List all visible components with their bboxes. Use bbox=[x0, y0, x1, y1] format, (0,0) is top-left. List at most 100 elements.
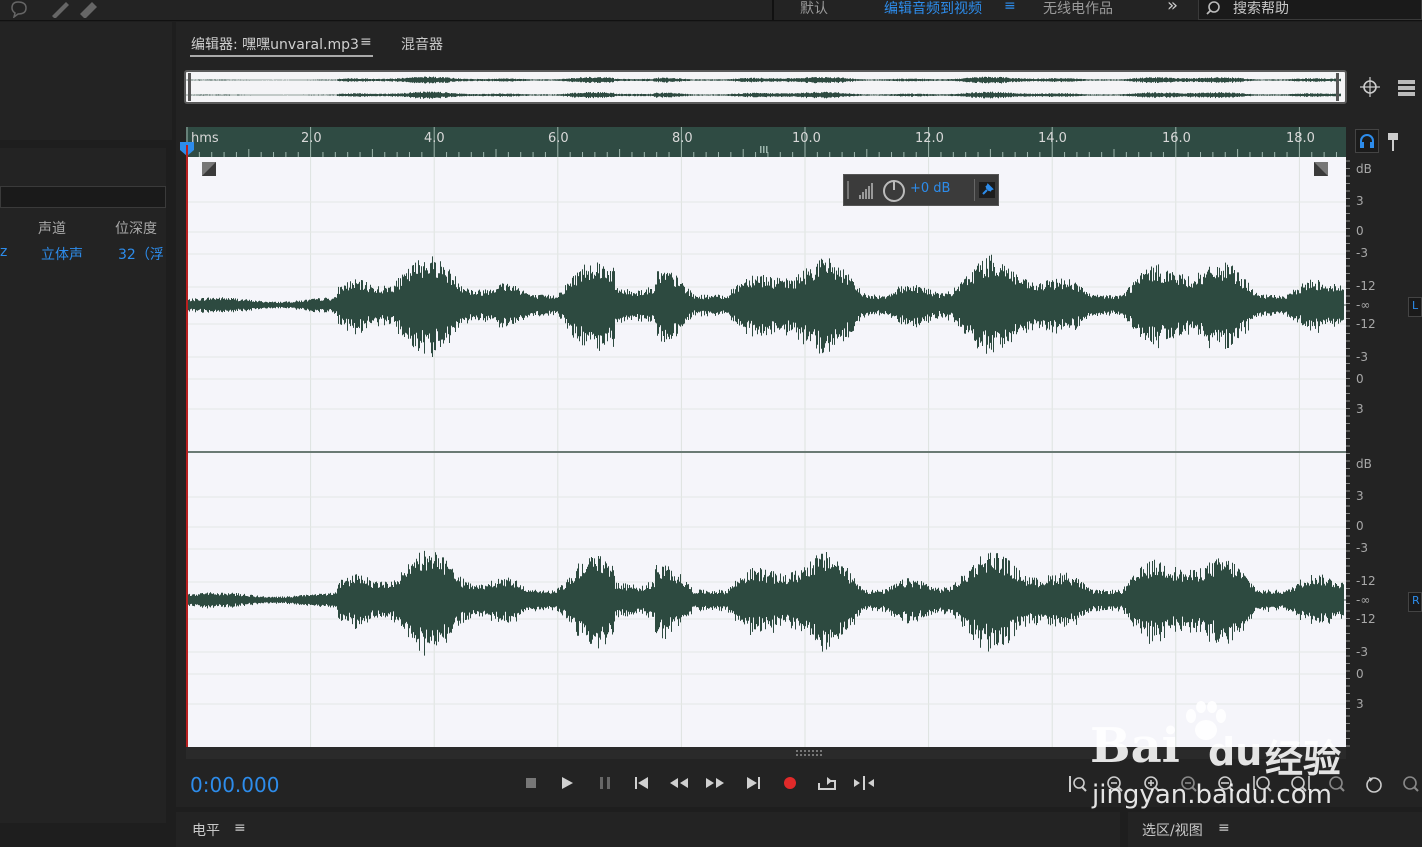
db-tick-label: 0 bbox=[1356, 667, 1364, 681]
waveform-overview[interactable] bbox=[184, 70, 1347, 104]
go-to-start-button[interactable] bbox=[628, 770, 656, 796]
left-channel-toggle[interactable]: L bbox=[1408, 297, 1422, 317]
search-placeholder: 搜索帮助 bbox=[1233, 1, 1289, 17]
ruler-tick-label: 10.0 bbox=[792, 131, 821, 146]
tool-icons bbox=[11, 1, 97, 18]
loop-button[interactable] bbox=[813, 770, 841, 796]
record-icon bbox=[784, 777, 796, 789]
ruler-tick-label: 12.0 bbox=[915, 131, 944, 146]
stop-button[interactable] bbox=[517, 770, 545, 796]
db-tick-label: -3 bbox=[1356, 645, 1368, 659]
db-ticks bbox=[1346, 160, 1350, 747]
baidu-jingyan-watermark: Bai du 经验 jingyan.baidu.com bbox=[1090, 700, 1420, 815]
watermark-brand: Bai bbox=[1090, 718, 1180, 774]
zoom-amplitude-in-button[interactable] bbox=[1063, 772, 1093, 796]
time-ruler[interactable]: hms 2.0 4.0 6.0 8.0 10.0 12.0 14.0 16.0 … bbox=[186, 127, 1346, 157]
overview-left-waveform bbox=[186, 76, 1341, 84]
go-to-end-button[interactable] bbox=[739, 770, 767, 796]
column-header-bit-depth[interactable]: 位深度 bbox=[115, 218, 157, 238]
playhead[interactable] bbox=[186, 145, 188, 747]
active-tab-indicator bbox=[190, 55, 373, 57]
marker-pin-icon[interactable] bbox=[1386, 132, 1400, 152]
skip-selection-button[interactable] bbox=[850, 770, 878, 796]
db-tick-label: 3 bbox=[1356, 489, 1364, 503]
right-channel-waveform bbox=[186, 550, 1344, 656]
cell-channels: 立体声 bbox=[41, 247, 83, 263]
column-header-channels[interactable]: 声道 bbox=[38, 218, 66, 238]
hud-divider bbox=[974, 179, 975, 201]
zoom-amplitude-in-icon bbox=[1069, 776, 1087, 792]
pin-icon[interactable] bbox=[979, 182, 995, 198]
search-icon bbox=[1206, 1, 1220, 15]
overview-range-handle[interactable] bbox=[1336, 73, 1339, 101]
tab-editor[interactable]: 编辑器: 嘿嘿unvaral.mp3 bbox=[191, 34, 359, 54]
selection-view-panel: 选区/视图 ≡ bbox=[1128, 812, 1422, 847]
db-tick-label: -∞ bbox=[1356, 298, 1371, 312]
channel-divider bbox=[186, 451, 1346, 453]
db-tick-label: 0 bbox=[1356, 519, 1364, 533]
ruler-tick-label: 6.0 bbox=[548, 131, 569, 146]
monitor-button[interactable] bbox=[1355, 129, 1379, 153]
rewind-icon bbox=[670, 778, 688, 788]
more-workspaces-icon[interactable]: » bbox=[1167, 0, 1178, 16]
fade-out-handle-icon[interactable] bbox=[1314, 162, 1328, 176]
rewind-button[interactable] bbox=[665, 770, 693, 796]
ruler-tick-label: 2.0 bbox=[301, 131, 322, 146]
timecode-display[interactable]: 0:00.000 bbox=[190, 773, 279, 797]
db-scale: dB 3 0 -3 -12 -∞ -12 -3 0 3 dB 3 0 -3 -1… bbox=[1346, 157, 1422, 747]
skip-selection-icon bbox=[854, 776, 874, 790]
tab-mixer[interactable]: 混音器 bbox=[401, 34, 443, 54]
selection-view-menu-icon[interactable]: ≡ bbox=[1218, 820, 1230, 836]
right-channel-toggle[interactable]: R bbox=[1408, 592, 1422, 612]
volume-hud[interactable]: +0 dB bbox=[843, 174, 999, 206]
db-unit: dB bbox=[1356, 162, 1372, 176]
hamburger-menu-icon[interactable]: ≡ bbox=[1004, 0, 1016, 14]
db-tick-label: -12 bbox=[1356, 612, 1376, 626]
files-filter-input[interactable] bbox=[0, 186, 166, 208]
db-tick-label: 0 bbox=[1356, 372, 1364, 386]
left-channel-waveform bbox=[186, 254, 1344, 357]
ruler-tick-label: 4.0 bbox=[424, 131, 445, 146]
db-unit: dB bbox=[1356, 457, 1372, 471]
ruler-tick-label: 16.0 bbox=[1162, 131, 1191, 146]
headphones-icon bbox=[1360, 134, 1374, 148]
zoom-to-selection-icon[interactable] bbox=[1359, 76, 1383, 100]
pause-icon bbox=[600, 777, 610, 789]
db-tick-label: 0 bbox=[1356, 224, 1364, 238]
fast-forward-button[interactable] bbox=[701, 770, 729, 796]
db-tick-label: -3 bbox=[1356, 246, 1368, 260]
volume-knob-icon[interactable] bbox=[882, 179, 906, 203]
play-button[interactable] bbox=[553, 770, 581, 796]
levels-panel-title[interactable]: 电平 bbox=[192, 820, 220, 840]
search-help-input[interactable]: 搜索帮助 bbox=[1198, 0, 1422, 20]
db-tick-label: -3 bbox=[1356, 350, 1368, 364]
list-view-icon[interactable] bbox=[1397, 79, 1417, 97]
workspace-edit-audio-to-video[interactable]: 编辑音频到视频 bbox=[884, 0, 982, 18]
stop-icon bbox=[526, 778, 536, 788]
watermark-brand-2: du bbox=[1208, 730, 1263, 774]
watermark-product: 经验 bbox=[1265, 737, 1342, 781]
db-tick-label: -12 bbox=[1356, 574, 1376, 588]
ruler-grip-icon[interactable] bbox=[760, 146, 768, 153]
cell-sample-rate: z bbox=[0, 244, 8, 260]
levels-panel-menu-icon[interactable]: ≡ bbox=[234, 820, 246, 836]
record-button[interactable] bbox=[776, 770, 804, 796]
workspace-bar: 默认 编辑音频到视频 ≡ 无线电作品 » 搜索帮助 bbox=[0, 0, 1422, 21]
fast-forward-icon bbox=[706, 778, 724, 788]
fade-in-handle-icon[interactable] bbox=[202, 162, 216, 176]
selection-view-title[interactable]: 选区/视图 bbox=[1142, 820, 1203, 840]
levels-panel: 电平 ≡ bbox=[176, 812, 1120, 847]
workspace-radio-production[interactable]: 无线电作品 bbox=[1043, 0, 1113, 18]
divider bbox=[772, 0, 774, 20]
overview-right-waveform bbox=[186, 91, 1341, 99]
cell-bit-depth: 32（浮 bbox=[118, 247, 164, 263]
pause-button[interactable] bbox=[591, 770, 619, 796]
overview-range-handle[interactable] bbox=[188, 73, 191, 101]
ruler-tick-label: 8.0 bbox=[672, 131, 693, 146]
workspace-default[interactable]: 默认 bbox=[800, 0, 828, 18]
volume-value[interactable]: +0 dB bbox=[910, 181, 950, 196]
db-tick-label: -12 bbox=[1356, 279, 1376, 293]
resize-grip-icon[interactable] bbox=[796, 750, 826, 756]
ruler-tick-label: 14.0 bbox=[1038, 131, 1067, 146]
tab-editor-menu-icon[interactable]: ≡ bbox=[360, 34, 372, 50]
